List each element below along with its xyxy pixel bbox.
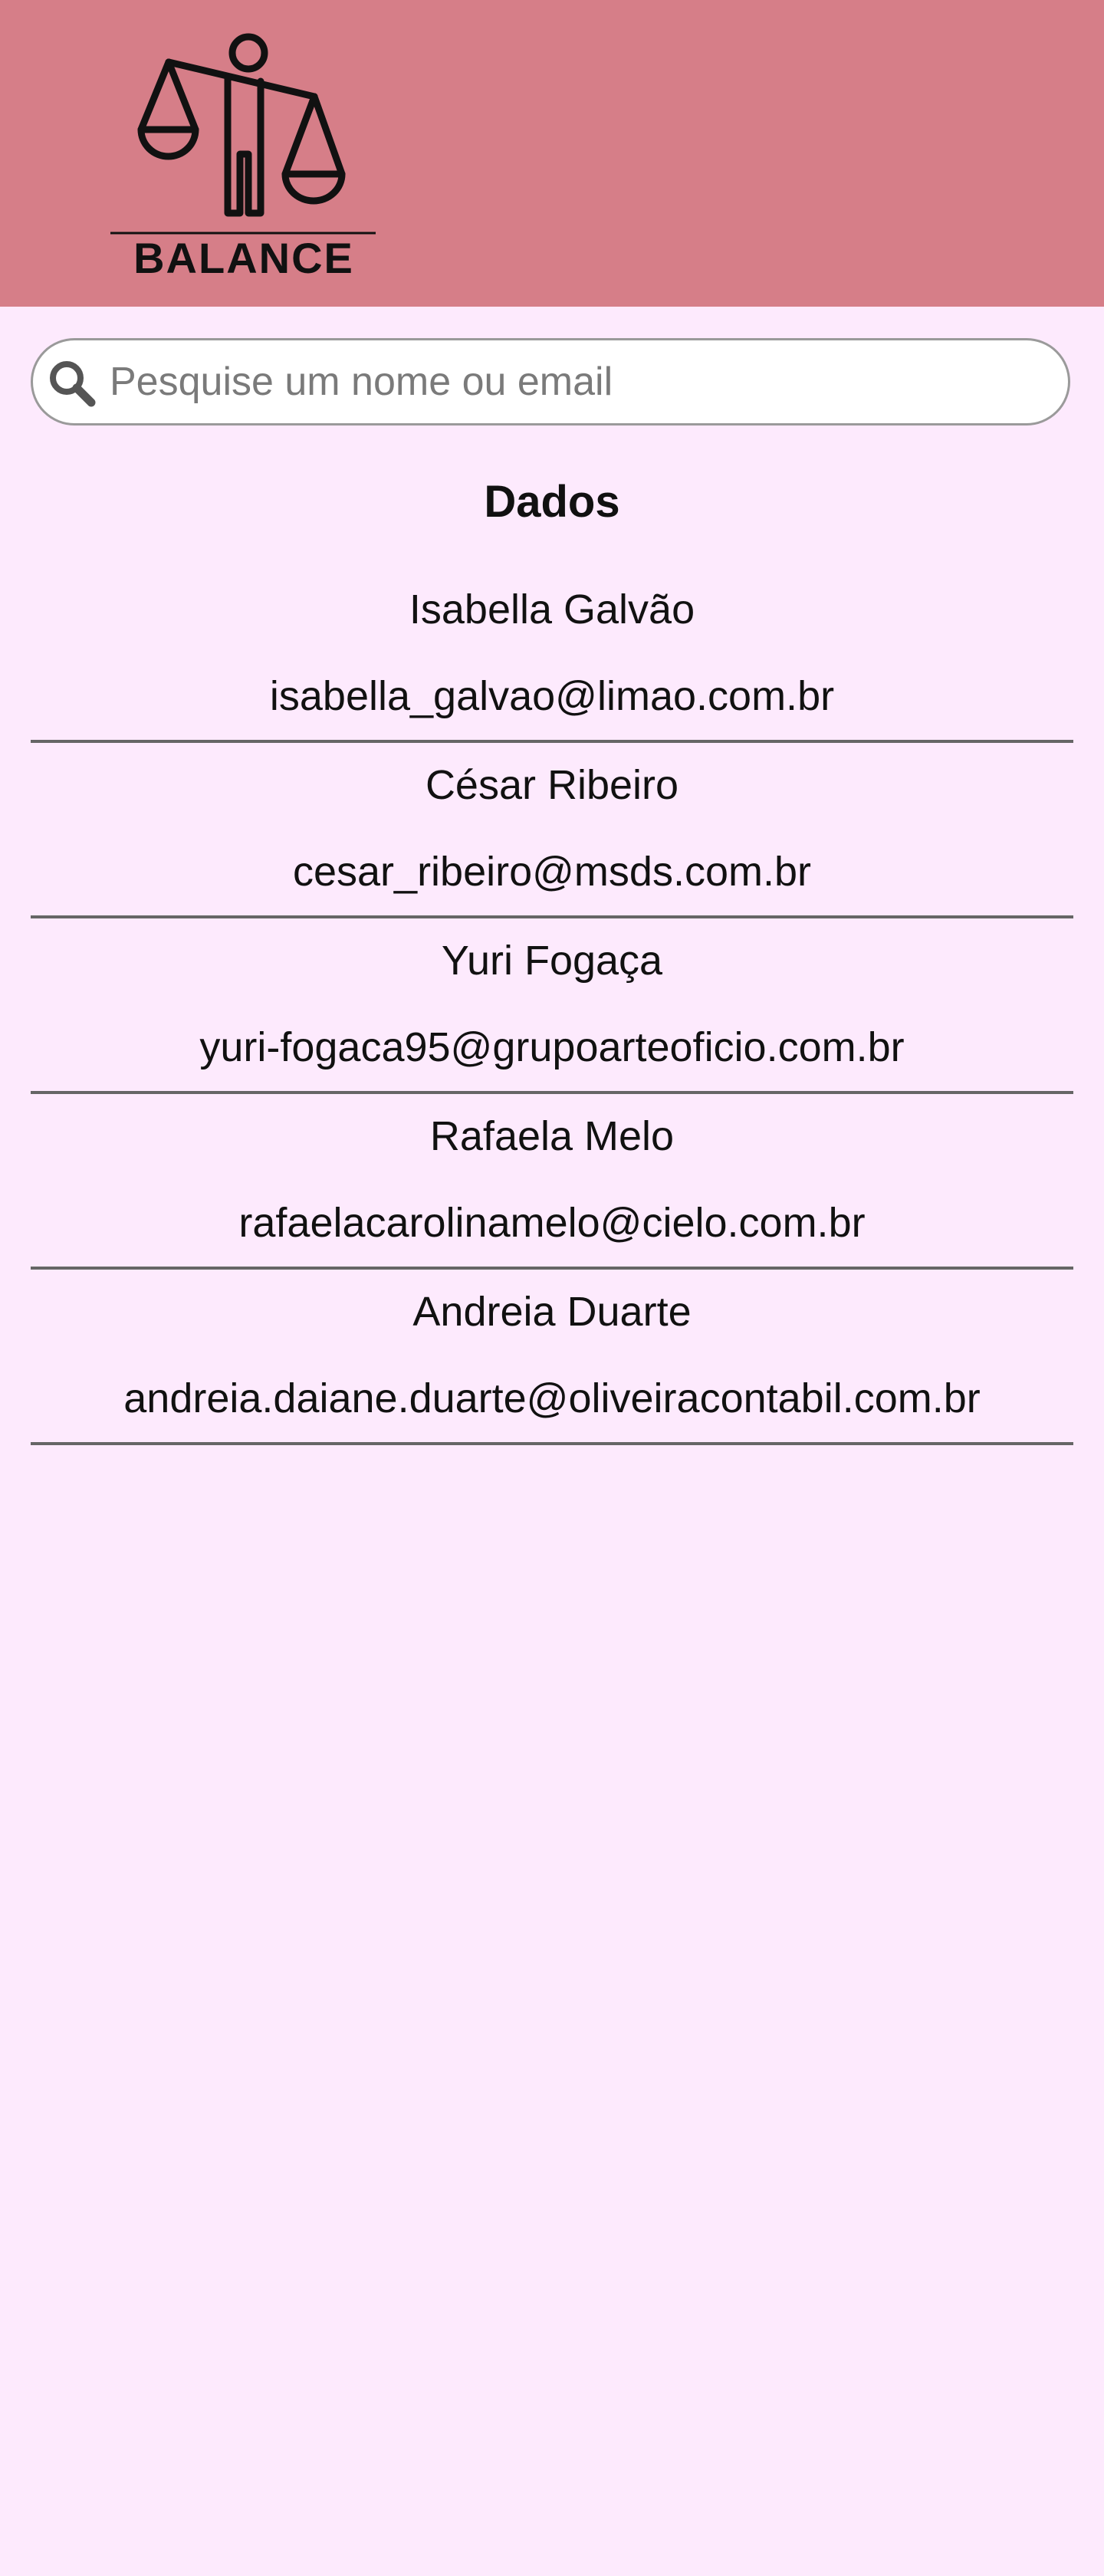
contact-name: Rafaela Melo <box>429 1113 675 1159</box>
list-item[interactable]: César Ribeiro cesar_ribeiro@msds.com.br <box>31 743 1073 918</box>
contact-email: isabella_galvao@limao.com.br <box>269 673 835 719</box>
search-bar[interactable] <box>31 338 1070 426</box>
list-item[interactable]: Rafaela Melo rafaelacarolinamelo@cielo.c… <box>31 1094 1073 1270</box>
contact-email: rafaelacarolinamelo@cielo.com.br <box>238 1200 866 1246</box>
contact-name: Andreia Duarte <box>412 1289 692 1335</box>
contact-email: andreia.daiane.duarte@oliveiracontabil.c… <box>123 1375 981 1421</box>
app-header: BALANCE <box>0 0 1104 307</box>
contact-email: cesar_ribeiro@msds.com.br <box>292 849 811 895</box>
contact-name: César Ribeiro <box>425 762 679 808</box>
search-icon[interactable] <box>47 358 97 409</box>
section-title: Dados <box>484 477 620 527</box>
list-item[interactable]: Isabella Galvão isabella_galvao@limao.co… <box>31 567 1073 743</box>
logo-text: BALANCE <box>133 234 354 282</box>
contact-name: Isabella Galvão <box>409 586 695 632</box>
list-item[interactable]: Andreia Duarte andreia.daiane.duarte@oli… <box>31 1270 1073 1445</box>
search-input[interactable] <box>110 351 1045 412</box>
contact-list: Isabella Galvão isabella_galvao@limao.co… <box>31 567 1073 1445</box>
contact-email: yuri-fogaca95@grupoarteoficio.com.br <box>199 1024 905 1070</box>
list-item[interactable]: Yuri Fogaça yuri-fogaca95@grupoarteofici… <box>31 918 1073 1094</box>
contact-name: Yuri Fogaça <box>441 938 663 984</box>
